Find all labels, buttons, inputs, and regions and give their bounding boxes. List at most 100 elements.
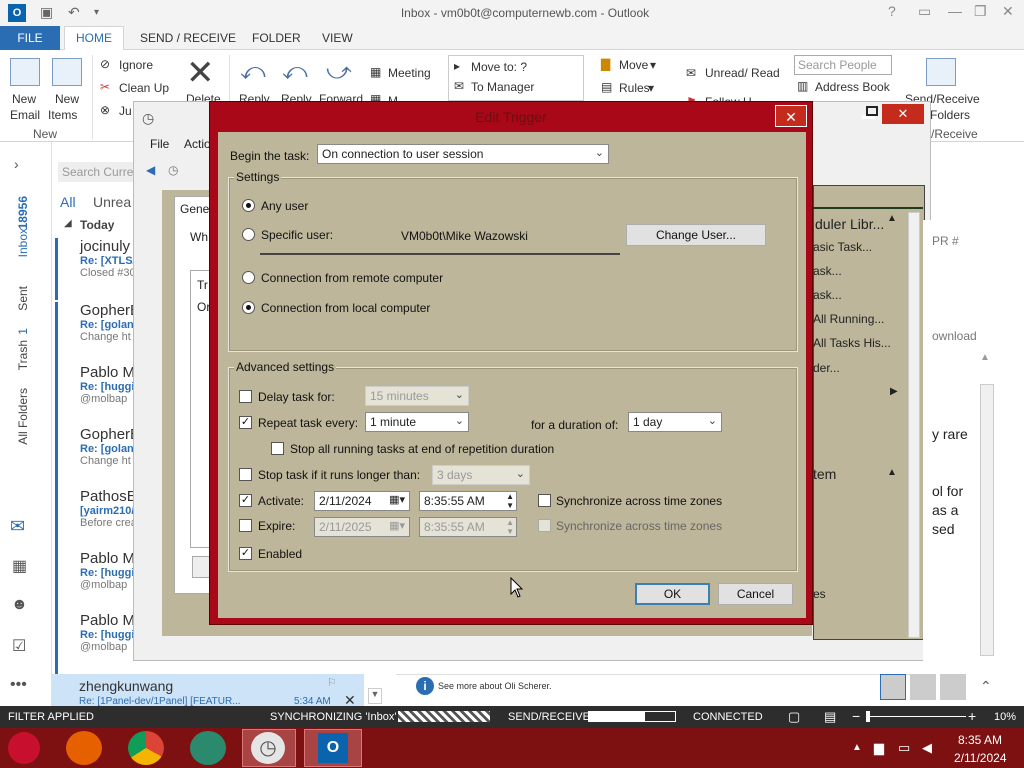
reply-all-icon[interactable]: ⤺ — [282, 58, 308, 86]
firefox-icon[interactable] — [66, 731, 102, 765]
any-user-label[interactable]: Any user — [261, 199, 308, 213]
undo-icon[interactable]: ↶ — [68, 4, 80, 21]
remote-computer-radio[interactable] — [242, 271, 255, 284]
specific-user-radio[interactable] — [242, 228, 255, 241]
search-people-input[interactable]: Search People — [794, 55, 892, 75]
enabled-checkbox[interactable]: ✓ — [239, 547, 252, 560]
people-pane-text[interactable]: See more about Oli Scherer. — [438, 681, 552, 691]
nav-sent[interactable]: Sent — [16, 286, 30, 311]
repeat-task-label[interactable]: Repeat task every: — [258, 416, 358, 430]
unread-read-button[interactable]: Unread/ Read — [705, 66, 780, 80]
begin-task-select[interactable]: On connection to user session ⌄ — [317, 144, 609, 164]
ribbon-options-icon[interactable]: ▭ — [918, 3, 931, 20]
repeat-task-checkbox[interactable]: ✓ — [239, 416, 252, 429]
collapse-actions-icon[interactable]: ▲ — [887, 213, 897, 224]
ok-button[interactable]: OK — [635, 583, 710, 605]
list-item[interactable]: GopherB Re: [golan Change ht — [55, 426, 141, 488]
scheduler-close-icon[interactable]: ✕ — [882, 104, 924, 124]
save-icon[interactable]: ▣ — [40, 4, 53, 21]
stop-all-label[interactable]: Stop all running tasks at end of repetit… — [290, 442, 554, 456]
avatar[interactable] — [940, 674, 966, 700]
submenu-arrow-icon[interactable]: ▶ — [890, 386, 898, 397]
volume-icon[interactable]: ◀ — [922, 740, 932, 756]
list-item[interactable]: jocinuly Re: [XTLS/Closed #30 — [55, 238, 141, 300]
clean-up-button[interactable]: Clean Up — [119, 81, 169, 95]
people-collapse-icon[interactable]: ⌃ — [980, 678, 992, 695]
list-item[interactable]: Pablo M Re: [huggi @molbap — [55, 364, 141, 426]
help-icon[interactable]: ? — [888, 3, 896, 19]
back-icon[interactable]: ◀ — [146, 163, 155, 177]
tab-general[interactable]: Gene — [180, 202, 209, 216]
expire-date-picker[interactable]: 2/11/2025 ▦▾ — [314, 517, 410, 537]
nav-inbox[interactable]: Inbox — [16, 228, 30, 257]
stop-longer-checkbox[interactable] — [239, 468, 252, 481]
calendar-icon[interactable]: ▦ — [12, 556, 27, 576]
quick-step-move-to[interactable]: Move to: ? — [471, 60, 527, 74]
minimize-icon[interactable]: — — [948, 3, 962, 19]
junk-button[interactable]: Ju — [119, 104, 132, 118]
new-items-label-2[interactable]: Items — [48, 108, 77, 122]
calendar-dropdown-icon[interactable]: ▦▾ — [389, 493, 405, 506]
ignore-icon[interactable]: ⊘ — [100, 57, 110, 71]
people-icon[interactable]: ☻ — [11, 596, 28, 614]
action-basic-task[interactable]: asic Task... — [813, 240, 872, 254]
sync-timezones-expire-checkbox[interactable] — [538, 519, 551, 532]
rules-dropdown-icon[interactable]: ▾ — [648, 81, 654, 95]
tab-home[interactable]: HOME — [64, 26, 124, 51]
cancel-button[interactable]: Cancel — [718, 583, 793, 605]
move-dropdown-icon[interactable]: ▾ — [650, 58, 656, 72]
zoom-out-icon[interactable]: − — [852, 708, 860, 724]
avatar[interactable] — [910, 674, 936, 700]
stop-longer-select[interactable]: 3 days ⌄ — [432, 465, 530, 485]
address-book-button[interactable]: Address Book — [815, 80, 890, 94]
action-center-icon[interactable]: ▆ — [874, 740, 884, 756]
network-icon[interactable]: ▭ — [898, 740, 910, 756]
normal-view-icon[interactable]: ▢ — [788, 709, 800, 725]
menu-file[interactable]: File — [150, 137, 169, 151]
nav-trash[interactable]: Trash — [16, 340, 30, 370]
delete-icon[interactable]: ✕ — [186, 56, 215, 90]
reading-scrollbar[interactable] — [980, 384, 994, 656]
expire-time-picker[interactable]: 8:35:55 AM ▲ ▼ — [419, 517, 517, 537]
tab-send-receive[interactable]: SEND / RECEIVE — [140, 31, 236, 45]
nav-all-folders[interactable]: All Folders — [16, 388, 30, 445]
local-computer-radio[interactable] — [242, 301, 255, 314]
clean-up-icon[interactable]: ✂ — [100, 80, 110, 94]
reading-collapse-icon[interactable]: ▲ — [980, 352, 990, 363]
stop-longer-label[interactable]: Stop task if it runs longer than: — [258, 468, 420, 482]
start-icon[interactable] — [8, 732, 40, 764]
forward-icon[interactable]: ⤻ — [326, 58, 352, 86]
new-email-label-1[interactable]: New — [12, 92, 36, 106]
new-email-icon[interactable] — [10, 58, 40, 86]
change-user-button[interactable]: Change User... — [626, 224, 766, 246]
activate-date-picker[interactable]: 2/11/2024 ▦▾ — [314, 491, 410, 511]
tab-folder[interactable]: FOLDER — [252, 31, 301, 45]
address-book-icon[interactable]: ▥ — [797, 79, 808, 93]
action-import-task[interactable]: ask... — [813, 288, 842, 302]
action-all-tasks-history[interactable]: All Tasks His... — [813, 336, 891, 350]
move-to-icon[interactable]: ▸ — [454, 59, 460, 73]
restore-icon[interactable]: ❐ — [974, 3, 987, 20]
duration-select[interactable]: 1 day ⌄ — [628, 412, 722, 432]
clock-date[interactable]: 2/11/2024 — [954, 751, 1007, 765]
new-email-label-2[interactable]: Email — [10, 108, 40, 122]
new-items-icon[interactable] — [52, 58, 82, 86]
chrome-icon[interactable] — [128, 731, 164, 765]
to-manager-icon[interactable]: ✉ — [454, 79, 464, 93]
repeat-interval-select[interactable]: 1 minute ⌄ — [365, 412, 469, 432]
tasks-icon[interactable]: ☑ — [12, 636, 26, 656]
remote-computer-label[interactable]: Connection from remote computer — [261, 271, 443, 285]
delay-task-label[interactable]: Delay task for: — [258, 390, 335, 404]
scheduler-maximize-icon[interactable] — [866, 106, 878, 116]
any-user-radio[interactable] — [242, 199, 255, 212]
flag-icon[interactable]: ⚐ — [327, 676, 337, 689]
filter-unread[interactable]: Unrea — [93, 194, 131, 210]
clock-time[interactable]: 8:35 AM — [958, 733, 1002, 747]
mail-icon[interactable]: ✉ — [10, 516, 25, 537]
specific-user-label[interactable]: Specific user: — [261, 228, 333, 242]
zoom-in-icon[interactable]: + — [968, 708, 976, 724]
meeting-button[interactable]: Meeting — [388, 66, 431, 80]
more-nav-icon[interactable]: ••• — [10, 676, 27, 694]
zoom-slider[interactable] — [866, 716, 966, 717]
time-spin-icon[interactable]: ▲ ▼ — [506, 518, 514, 536]
